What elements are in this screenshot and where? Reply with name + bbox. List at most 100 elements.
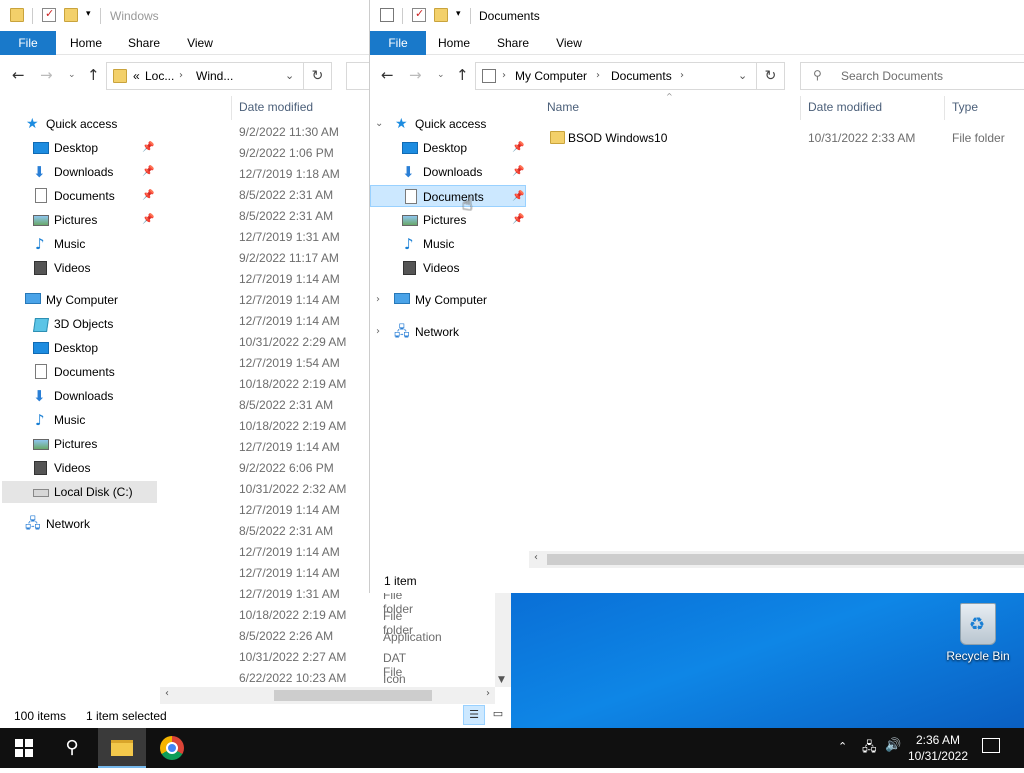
column-header-date-modified[interactable]: Date modified (808, 100, 882, 114)
horizontal-scrollbar[interactable]: ‹ (529, 551, 1024, 568)
table-row[interactable]: BSOD Windows10 10/31/2022 2:33 AM File f… (540, 127, 1024, 149)
pin-icon[interactable]: 📌 (512, 209, 524, 231)
notifications-icon[interactable] (982, 738, 1000, 753)
nav-my-computer[interactable]: My Computer (392, 289, 526, 311)
nav-qa-pictures[interactable]: Pictures 📌 (30, 209, 156, 231)
pin-icon[interactable]: 📌 (142, 137, 154, 159)
scroll-left-icon[interactable]: ‹ (534, 552, 538, 563)
chevron-right-icon[interactable]: › (376, 289, 380, 311)
up-arrow-icon[interactable]: ↑ (87, 66, 100, 84)
column-header-name[interactable]: Name (547, 100, 579, 114)
nav-pc-3d-objects[interactable]: 3D Objects (30, 313, 156, 335)
nav-quick-access[interactable]: ★ Quick access (22, 113, 156, 135)
forward-arrow-icon[interactable]: → (40, 66, 53, 84)
tab-view[interactable]: View (176, 31, 224, 55)
nav-qa-documents[interactable]: Documents 📌 (30, 185, 156, 207)
taskbar-clock[interactable]: 2:36 AM 10/31/2022 (908, 732, 968, 764)
chevron-down-icon[interactable]: ⌄ (285, 69, 294, 82)
horizontal-scrollbar[interactable]: ‹ › (160, 687, 495, 704)
pin-icon[interactable]: 📌 (512, 186, 524, 208)
start-button[interactable] (0, 728, 48, 768)
pin-icon[interactable]: 📌 (512, 137, 524, 159)
customize-toolbar-icon[interactable]: ▾ (456, 9, 470, 23)
back-arrow-icon[interactable]: ← (381, 66, 394, 84)
back-arrow-icon[interactable]: ← (12, 66, 25, 84)
nav-pc-videos[interactable]: Videos (30, 457, 156, 479)
tab-share[interactable]: Share (120, 31, 168, 55)
address-bar[interactable]: « Loc... › Wind... ⌄ (106, 62, 304, 90)
tab-view[interactable]: View (545, 31, 593, 55)
tab-home[interactable]: Home (430, 31, 478, 55)
properties-quick-icon[interactable] (412, 7, 426, 22)
nav-qa-desktop[interactable]: Desktop 📌 (400, 137, 526, 159)
chevron-down-icon[interactable]: ⌄ (375, 113, 383, 135)
nav-pc-music[interactable]: ♪ Music (30, 409, 156, 431)
breadcrumb-local[interactable]: Loc... (145, 69, 174, 83)
breadcrumb-documents[interactable]: Documents (611, 69, 672, 83)
computer-icon (25, 293, 41, 304)
nav-qa-downloads[interactable]: ⬇ Downloads 📌 (30, 161, 156, 183)
nav-pc-documents[interactable]: Documents (30, 361, 156, 383)
customize-toolbar-icon[interactable]: ▾ (86, 9, 100, 23)
forward-arrow-icon[interactable]: → (409, 66, 422, 84)
tab-home[interactable]: Home (62, 31, 110, 55)
breadcrumb-separator-icon: › (596, 70, 600, 81)
search-icon[interactable]: ⚲ (48, 728, 96, 768)
column-header-type[interactable]: Type (952, 100, 978, 114)
nav-qa-documents[interactable]: Documents 📌 (370, 185, 526, 207)
pin-icon[interactable]: 📌 (142, 185, 154, 207)
scroll-left-icon[interactable]: ‹ (165, 688, 169, 699)
nav-qa-videos[interactable]: Videos (400, 257, 526, 279)
nav-pc-downloads[interactable]: ⬇ Downloads (30, 385, 156, 407)
pin-icon[interactable]: 📌 (512, 161, 524, 183)
vertical-scrollbar[interactable]: ▼ (495, 593, 511, 687)
recent-locations-chevron-icon[interactable]: ⌄ (437, 66, 445, 84)
up-arrow-icon[interactable]: ↑ (456, 66, 469, 84)
nav-network[interactable]: 🖧 Network (22, 513, 156, 535)
large-icons-view-icon[interactable]: ▭ (487, 705, 509, 725)
breadcrumb-windows[interactable]: Wind... (196, 69, 233, 83)
show-hidden-icons-chevron-icon[interactable]: ⌃ (838, 740, 847, 753)
recent-locations-chevron-icon[interactable]: ⌄ (68, 66, 76, 84)
properties-quick-icon[interactable] (42, 7, 56, 22)
pin-icon[interactable]: 📌 (142, 209, 154, 231)
recycle-bin[interactable]: Recycle Bin (943, 603, 1013, 663)
scroll-thumb[interactable] (274, 690, 432, 701)
refresh-button[interactable]: ↻ (757, 62, 785, 90)
music-icon: ♪ (35, 235, 45, 253)
nav-qa-music[interactable]: ♪ Music (30, 233, 156, 255)
new-folder-quick-icon[interactable] (64, 8, 78, 22)
nav-network[interactable]: 🖧 Network (392, 321, 526, 343)
nav-qa-music[interactable]: ♪ Music (400, 233, 526, 255)
tab-share[interactable]: Share (489, 31, 537, 55)
chevron-down-icon[interactable]: ⌄ (738, 69, 747, 82)
search-box[interactable] (346, 62, 370, 90)
details-view-icon[interactable]: ☰ (463, 705, 485, 725)
scroll-right-icon[interactable]: › (486, 688, 490, 699)
column-header-date-modified[interactable]: Date modified (239, 100, 313, 114)
videos-icon (403, 261, 416, 275)
nav-pc-pictures[interactable]: Pictures (30, 433, 156, 455)
nav-qa-downloads[interactable]: ⬇ Downloads 📌 (400, 161, 526, 183)
tab-file[interactable]: File (0, 31, 56, 55)
nav-quick-access[interactable]: ★ Quick access (392, 113, 526, 135)
taskbar-chrome[interactable] (148, 728, 196, 768)
network-status-icon[interactable]: 🖧 (862, 738, 877, 760)
address-bar[interactable]: › My Computer › Documents › ⌄ (475, 62, 757, 90)
nav-my-computer[interactable]: My Computer (22, 289, 156, 311)
breadcrumb-my-computer[interactable]: My Computer (515, 69, 587, 83)
scroll-down-icon[interactable]: ▼ (498, 675, 505, 685)
new-folder-quick-icon[interactable] (434, 8, 448, 22)
pin-icon[interactable]: 📌 (142, 161, 154, 183)
tab-file[interactable]: File (370, 31, 426, 55)
refresh-button[interactable]: ↻ (304, 62, 332, 90)
nav-pc-local-disk[interactable]: Local Disk (C:) (2, 481, 157, 503)
search-box[interactable]: ⚲ Search Documents (800, 62, 1024, 90)
chevron-right-icon[interactable]: › (376, 321, 380, 343)
scroll-thumb[interactable] (547, 554, 1024, 565)
taskbar-file-explorer[interactable] (98, 728, 146, 768)
nav-qa-desktop[interactable]: Desktop 📌 (30, 137, 156, 159)
nav-pc-desktop[interactable]: Desktop (30, 337, 156, 359)
volume-icon[interactable]: 🔊 (885, 738, 901, 753)
nav-qa-videos[interactable]: Videos (30, 257, 156, 279)
